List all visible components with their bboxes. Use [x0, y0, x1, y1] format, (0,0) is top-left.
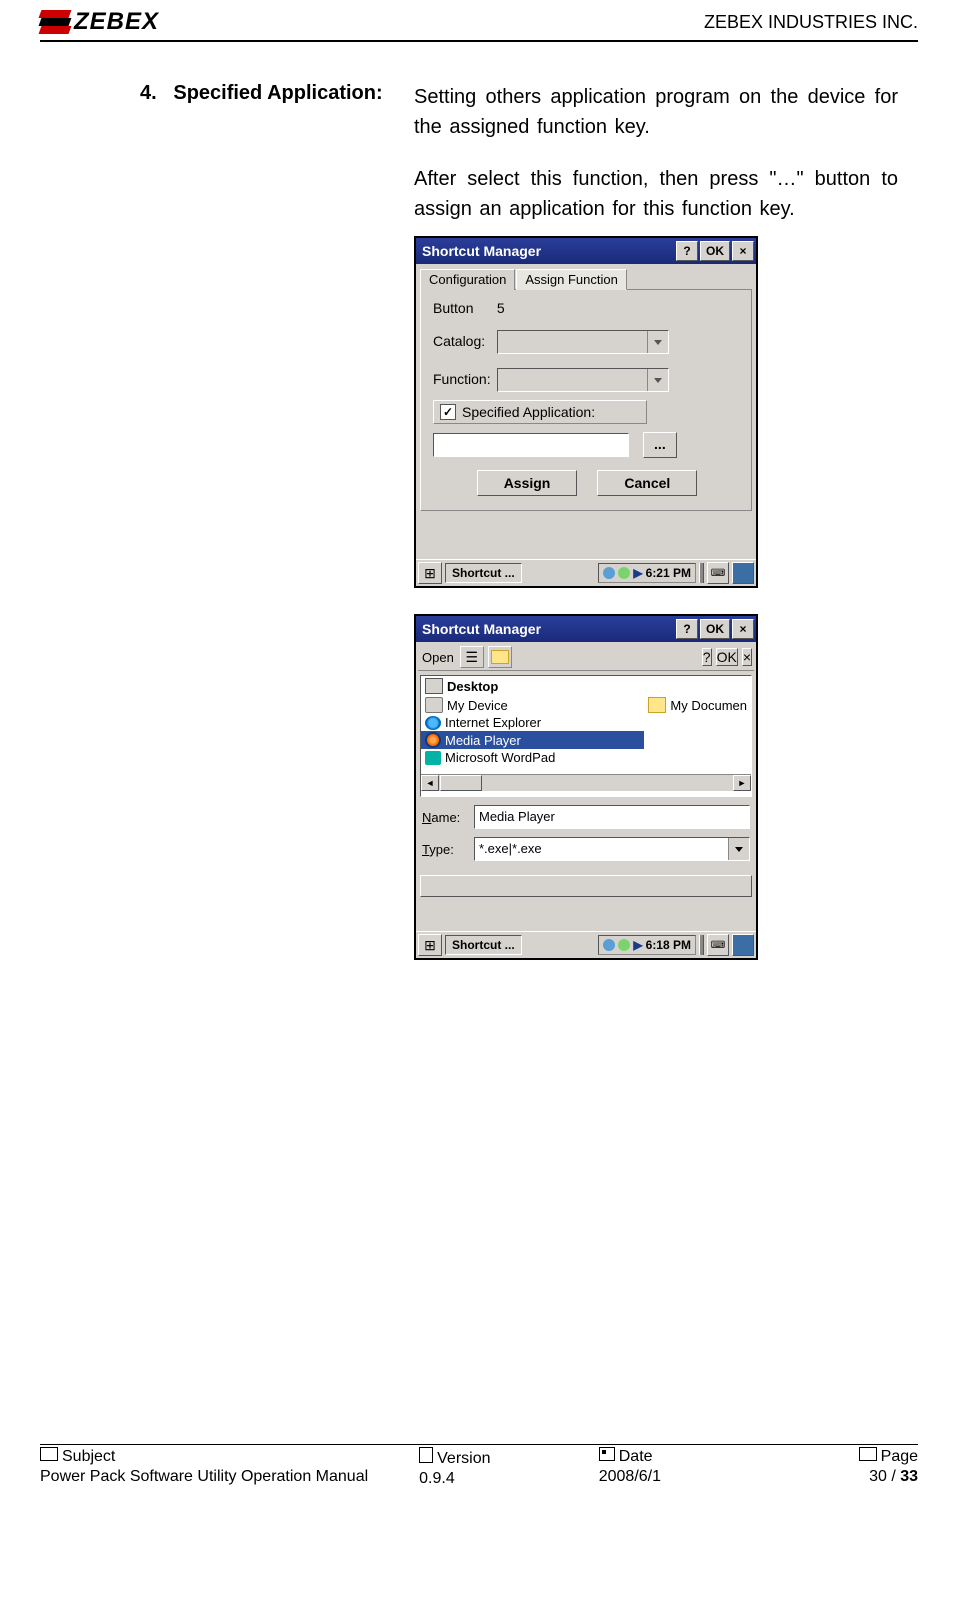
sip-keyboard-button[interactable]: ⌨ [707, 934, 729, 956]
taskbar-separator [699, 935, 704, 955]
close-button[interactable]: × [732, 241, 754, 261]
screenshot-open-dialog: Shortcut Manager ? OK × Open ☰ ? OK × [414, 614, 758, 960]
cancel-button[interactable]: Cancel [597, 470, 697, 496]
footer-subject-value: Power Pack Software Utility Operation Ma… [40, 1468, 419, 1486]
catalog-label: Catalog: [433, 333, 493, 349]
filename-input[interactable]: Media Player [474, 805, 750, 829]
folder-icon [648, 697, 666, 713]
specified-app-checkbox[interactable]: ✓ [440, 404, 456, 420]
footer-page-total: 33 [900, 1468, 918, 1485]
company-name: ZEBEX INDUSTRIES INC. [704, 12, 918, 33]
tray-icon [603, 939, 615, 951]
function-combo[interactable] [497, 368, 669, 392]
tray-icon [618, 567, 630, 579]
desktop-icon [425, 678, 443, 694]
folder-icon [40, 1447, 58, 1461]
taskbar-shortcut-button[interactable]: Shortcut ... [445, 935, 522, 955]
footer-version-value: 0.9.4 [419, 1470, 599, 1488]
specified-app-path-input[interactable] [433, 433, 629, 457]
name-label: Name: [422, 810, 468, 825]
file-item-label[interactable]: My Documen [670, 698, 747, 713]
help-button[interactable]: ? [676, 241, 698, 261]
inner-ok-button[interactable]: OK [716, 648, 738, 666]
window-title: Shortcut Manager [422, 243, 674, 259]
section-desc-2: After select this function, then press "… [414, 168, 898, 220]
status-bar [420, 875, 752, 897]
media-player-icon [425, 732, 441, 748]
page-icon [419, 1447, 433, 1463]
tray-clock: 6:18 PM [646, 938, 691, 952]
button-number: 5 [497, 300, 505, 316]
book-icon [859, 1447, 877, 1461]
file-item-label[interactable]: My Device [447, 698, 508, 713]
device-icon [425, 697, 443, 713]
footer-page-value: 30 / [869, 1468, 900, 1485]
scroll-thumb[interactable] [440, 775, 482, 791]
tray-icon [618, 939, 630, 951]
windows-flag-icon: ⊞ [424, 566, 436, 580]
scroll-right-button[interactable]: ► [733, 775, 751, 791]
chevron-down-icon[interactable] [647, 331, 668, 353]
specified-app-label: Specified Application: [462, 404, 595, 420]
logo-mark [40, 10, 70, 34]
show-desktop-button[interactable] [732, 562, 754, 584]
button-label: Button [433, 300, 493, 316]
screenshot-shortcut-manager: Shortcut Manager ? OK × Configuration As… [414, 236, 758, 588]
browse-button[interactable]: ... [643, 432, 677, 458]
footer-date-label: Date [619, 1448, 653, 1466]
chevron-down-icon[interactable] [647, 369, 668, 391]
inner-help-button[interactable]: ? [702, 648, 712, 666]
assign-button[interactable]: Assign [477, 470, 578, 496]
footer-date-value: 2008/6/1 [599, 1468, 779, 1486]
footer-subject-label: Subject [62, 1448, 115, 1466]
file-list[interactable]: Desktop My Device Internet Explorer Medi… [420, 675, 752, 797]
ok-button[interactable]: OK [700, 241, 730, 261]
inner-close-button[interactable]: × [742, 648, 752, 666]
windows-flag-icon: ⊞ [424, 938, 436, 952]
system-tray[interactable]: ▶ 6:18 PM [598, 935, 696, 955]
chevron-down-icon[interactable] [728, 838, 749, 860]
location-header: Desktop [447, 679, 498, 694]
start-button[interactable]: ⊞ [418, 934, 442, 956]
footer-version-label: Version [437, 1450, 490, 1468]
section-desc-1: Setting others application program on th… [414, 86, 898, 138]
tab-assign-function[interactable]: Assign Function [516, 269, 627, 290]
type-label: Type: [422, 842, 468, 857]
section-number: 4. [140, 82, 157, 104]
open-label: Open [420, 650, 456, 665]
logo-text: ZEBEX [74, 8, 159, 36]
file-item-label[interactable]: Media Player [445, 733, 521, 748]
catalog-combo[interactable] [497, 330, 669, 354]
taskbar-shortcut-button[interactable]: Shortcut ... [445, 563, 522, 583]
scroll-left-button[interactable]: ◄ [421, 775, 439, 791]
ie-icon [425, 716, 441, 730]
file-item-label[interactable]: Internet Explorer [445, 715, 541, 730]
folder-icon [491, 650, 509, 664]
footer-page-label: Page [881, 1448, 918, 1466]
horizontal-scrollbar[interactable]: ◄ ► [421, 774, 751, 791]
tab-configuration[interactable]: Configuration [420, 269, 515, 290]
taskbar-separator [699, 563, 704, 583]
function-label: Function: [433, 371, 493, 387]
filetype-combo[interactable]: *.exe|*.exe [474, 837, 750, 861]
file-item-label[interactable]: Microsoft WordPad [445, 750, 555, 765]
help-button[interactable]: ? [676, 619, 698, 639]
sip-keyboard-button[interactable]: ⌨ [707, 562, 729, 584]
tray-icon [603, 567, 615, 579]
show-desktop-button[interactable] [732, 934, 754, 956]
view-list-button[interactable]: ☰ [460, 646, 484, 668]
calendar-icon [599, 1447, 615, 1461]
window-title: Shortcut Manager [422, 621, 674, 637]
start-button[interactable]: ⊞ [418, 562, 442, 584]
ok-button[interactable]: OK [700, 619, 730, 639]
close-button[interactable]: × [732, 619, 754, 639]
section-title: Specified Application: [173, 82, 382, 104]
up-folder-button[interactable] [488, 646, 512, 668]
tray-clock: 6:21 PM [646, 566, 691, 580]
system-tray[interactable]: ▶ 6:21 PM [598, 563, 696, 583]
wordpad-icon [425, 751, 441, 765]
